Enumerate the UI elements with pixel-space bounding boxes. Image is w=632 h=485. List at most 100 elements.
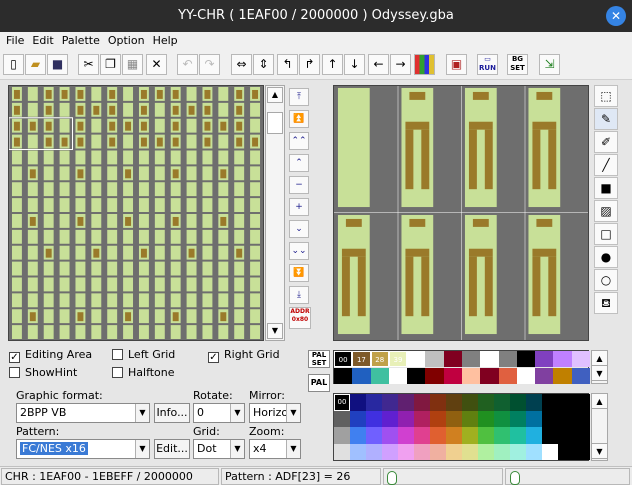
scroll-up-icon[interactable]: ▲ (267, 87, 283, 103)
palette-swatch[interactable] (370, 368, 389, 384)
color-table-swatch[interactable] (446, 410, 462, 427)
palette-swatch[interactable] (425, 368, 444, 384)
color-table-scrollbar[interactable]: ▲ ▼ (591, 393, 608, 461)
color-table-swatch[interactable] (334, 443, 350, 460)
rect-tool-icon[interactable]: □ (594, 223, 618, 245)
menu-help[interactable]: Help (149, 32, 182, 50)
rotate-left-icon[interactable]: ↰ (277, 54, 298, 75)
jump-bottom-icon[interactable]: ⤓ (289, 286, 309, 304)
palette-swatch[interactable]: 00 (334, 351, 353, 367)
palette-swatch[interactable] (480, 368, 499, 384)
chevron-up-icon[interactable]: ▲ (592, 351, 607, 366)
color-table-swatch[interactable] (350, 427, 366, 444)
rotate-right-icon[interactable]: ↱ (299, 54, 320, 75)
run-icon[interactable]: ▭ RUN (477, 54, 498, 75)
address-jump-button[interactable]: ADDR 0x80 (289, 307, 311, 329)
show-hint-box[interactable] (9, 367, 20, 378)
menu-file[interactable]: File (0, 32, 28, 50)
filled-rect-icon[interactable]: ■ (594, 177, 618, 199)
palette-swatch[interactable] (462, 368, 481, 384)
chevron-up-icon[interactable]: ▲ (592, 394, 607, 409)
color-table-swatch[interactable] (398, 443, 414, 460)
scroll-down-icon[interactable]: ▼ (267, 323, 283, 339)
jump-top-icon[interactable]: ⤒ (289, 88, 309, 106)
editing-area-box[interactable]: ✓ (9, 352, 20, 363)
color-table-swatch[interactable] (382, 410, 398, 427)
color-table-swatch[interactable] (574, 443, 590, 460)
row-down-icon[interactable]: ⌄ (289, 220, 309, 238)
color-table-swatch[interactable] (462, 394, 478, 411)
byte-plus-icon[interactable]: + (289, 198, 309, 216)
palette-swatch[interactable] (498, 368, 517, 384)
color-table-swatch[interactable] (558, 410, 574, 427)
color-table-swatch[interactable] (334, 427, 350, 444)
palette-swatch[interactable] (535, 351, 554, 367)
editing-area-checkbox[interactable]: ✓ Editing Area (9, 348, 92, 363)
color-table-swatch[interactable] (478, 410, 494, 427)
palette-swatch[interactable] (571, 351, 590, 367)
shift-up-icon[interactable]: ↑ (322, 54, 343, 75)
row-up-icon[interactable]: ⌃ (289, 154, 309, 172)
cut-icon[interactable]: ✂ (78, 54, 99, 75)
palette-swatch[interactable] (571, 368, 590, 384)
palette-swatch[interactable] (462, 351, 481, 367)
color-table-swatch[interactable] (542, 410, 558, 427)
color-table-swatch[interactable] (510, 394, 526, 411)
color-table-swatch[interactable] (558, 394, 574, 411)
page-down-fast-icon[interactable]: ⏬ (289, 264, 309, 282)
mirror-select[interactable]: Horizo ▼ (249, 403, 301, 423)
color-table-swatch[interactable] (526, 410, 542, 427)
circle-tool-icon[interactable]: ○ (594, 269, 618, 291)
right-grid-box[interactable]: ✓ (208, 352, 219, 363)
left-grid-box[interactable] (112, 349, 123, 360)
tile-view-scrollbar[interactable]: ▲ ▼ (265, 85, 285, 341)
color-table-swatch[interactable]: 00 (334, 394, 350, 411)
color-table-swatch[interactable] (430, 443, 446, 460)
grid-select[interactable]: Dot ▼ (193, 439, 245, 459)
redo-icon[interactable]: ↷ (199, 54, 220, 75)
color-table-swatch[interactable] (334, 410, 350, 427)
color-table-swatch[interactable] (510, 410, 526, 427)
palette-swatch[interactable] (553, 351, 572, 367)
palette-swatch[interactable] (443, 351, 462, 367)
color-table-swatch[interactable] (446, 427, 462, 444)
menu-option[interactable]: Option (104, 32, 149, 50)
palette-swatch[interactable] (352, 368, 371, 384)
new-file-icon[interactable]: ▯ (3, 54, 24, 75)
color-table-swatch[interactable] (558, 443, 574, 460)
menu-palette[interactable]: Palette (58, 32, 104, 50)
color-table[interactable]: 00 (333, 393, 590, 461)
edit-button[interactable]: Edit... (154, 439, 190, 459)
pal-set-button[interactable]: PAL SET (308, 350, 330, 368)
color-table-swatch[interactable] (478, 443, 494, 460)
tile-view-canvas[interactable] (8, 85, 264, 341)
color-table-swatch[interactable] (574, 394, 590, 411)
color-table-swatch[interactable] (382, 443, 398, 460)
color-table-swatch[interactable] (366, 443, 382, 460)
palette-swatch[interactable] (516, 368, 536, 384)
color-table-swatch[interactable] (494, 394, 510, 411)
color-table-swatch[interactable] (558, 427, 574, 444)
halftone-box[interactable] (112, 367, 123, 378)
flip-vertical-icon[interactable]: ⇕ (253, 54, 274, 75)
color-table-swatch[interactable] (366, 394, 382, 411)
color-table-swatch[interactable] (446, 394, 462, 411)
color-table-swatch[interactable] (382, 427, 398, 444)
color-table-swatch[interactable] (398, 427, 414, 444)
color-table-swatch[interactable] (398, 410, 414, 427)
color-table-swatch[interactable] (398, 394, 414, 411)
right-grid-checkbox[interactable]: ✓ Right Grid (208, 348, 280, 363)
zoom-select[interactable]: x4 ▼ (249, 439, 301, 459)
save-icon[interactable]: ■ (47, 54, 68, 75)
color-table-swatch[interactable] (366, 410, 382, 427)
palette-swatch[interactable]: 28 (370, 351, 389, 367)
byte-minus-icon[interactable]: − (289, 176, 309, 194)
flip-horizontal-icon[interactable]: ⇔ (231, 54, 252, 75)
color-table-swatch[interactable] (366, 427, 382, 444)
menu-edit[interactable]: Edit (28, 32, 57, 50)
color-table-swatch[interactable] (494, 427, 510, 444)
close-button[interactable]: ✕ (606, 6, 626, 26)
color-table-swatch[interactable] (574, 410, 590, 427)
shift-left-icon[interactable]: ← (368, 54, 389, 75)
color-table-swatch[interactable] (510, 427, 526, 444)
